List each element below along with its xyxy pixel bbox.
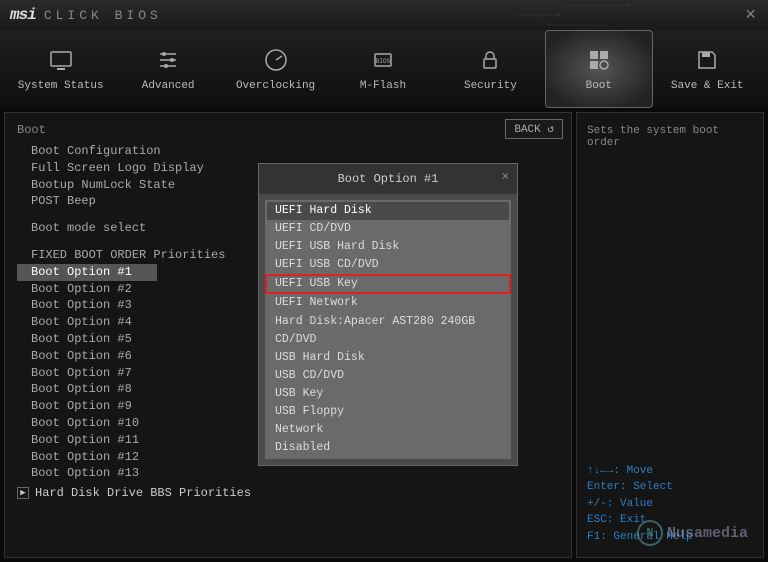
arrow-right-icon: ▶ (17, 487, 29, 499)
nav-bar: System Status Advanced Overclocking BIOS… (0, 30, 768, 108)
help-line: ↑↓←→: Move (587, 463, 753, 480)
help-line: +/-: Value (587, 496, 753, 513)
config-item[interactable]: Boot Configuration (31, 143, 559, 160)
option-usb-floppy[interactable]: USB Floppy (267, 403, 509, 421)
option-uefi-cddvd[interactable]: UEFI CD/DVD (267, 220, 509, 238)
circuit-decoration (508, 0, 708, 30)
nav-label: Advanced (142, 80, 195, 92)
nav-label: Overclocking (236, 80, 315, 92)
nav-label: Security (464, 80, 517, 92)
nav-label: Boot (586, 80, 612, 92)
nav-overclocking[interactable]: Overclocking (223, 30, 328, 108)
dialog-close-icon[interactable]: × (502, 170, 509, 184)
option-usb-cddvd[interactable]: USB CD/DVD (267, 367, 509, 385)
save-icon (693, 46, 721, 74)
boot-option-13[interactable]: Boot Option #13 (31, 465, 559, 482)
option-uefi-network[interactable]: UEFI Network (267, 294, 509, 312)
svg-text:BIOS: BIOS (376, 58, 391, 65)
boot-option-dialog: Boot Option #1 × UEFI Hard Disk UEFI CD/… (258, 163, 518, 466)
sliders-icon (154, 46, 182, 74)
option-uefi-usb-cddvd[interactable]: UEFI USB CD/DVD (267, 256, 509, 274)
help-sidebar: Sets the system boot order ↑↓←→: Move En… (576, 112, 764, 558)
watermark: N Nusamedia (637, 520, 748, 546)
dialog-title: Boot Option #1 (338, 172, 439, 186)
close-icon[interactable]: × (745, 6, 756, 26)
monitor-icon (47, 46, 75, 74)
nav-security[interactable]: Security (438, 30, 543, 108)
option-disabled[interactable]: Disabled (267, 439, 509, 457)
logo: msi CLICK BIOS (10, 6, 162, 24)
option-uefi-usb-hard-disk[interactable]: UEFI USB Hard Disk (267, 238, 509, 256)
nav-save-exit[interactable]: Save & Exit (655, 30, 760, 108)
nav-label: Save & Exit (671, 80, 744, 92)
option-usb-key[interactable]: USB Key (267, 385, 509, 403)
brand-logo: msi (10, 6, 36, 24)
nav-advanced[interactable]: Advanced (115, 30, 220, 108)
nav-label: System Status (18, 80, 104, 92)
bios-title: CLICK BIOS (44, 8, 162, 23)
lock-icon (476, 46, 504, 74)
option-hard-disk[interactable]: Hard Disk:Apacer AST280 240GB (267, 313, 509, 331)
option-uefi-hard-disk[interactable]: UEFI Hard Disk (267, 202, 509, 220)
gauge-icon (262, 46, 290, 74)
watermark-text: Nusamedia (667, 525, 748, 542)
option-network[interactable]: Network (267, 421, 509, 439)
help-line: Enter: Select (587, 479, 753, 496)
bbs-label: Hard Disk Drive BBS Priorities (35, 486, 251, 500)
option-usb-hard-disk[interactable]: USB Hard Disk (267, 349, 509, 367)
title-bar: msi CLICK BIOS × (0, 0, 768, 30)
option-uefi-usb-key[interactable]: UEFI USB Key (265, 274, 511, 294)
bbs-priorities[interactable]: ▶ Hard Disk Drive BBS Priorities (17, 486, 559, 500)
grid-icon (585, 46, 613, 74)
nav-boot[interactable]: Boot (545, 30, 652, 108)
page-title: Boot (17, 123, 559, 137)
watermark-symbol: N (637, 520, 663, 546)
dialog-header: Boot Option #1 × (259, 164, 517, 194)
nav-system-status[interactable]: System Status (8, 30, 113, 108)
boot-option-1[interactable]: Boot Option #1 (17, 264, 157, 281)
nav-label: M-Flash (360, 80, 406, 92)
sidebar-description: Sets the system boot order (587, 125, 753, 149)
chip-icon: BIOS (369, 46, 397, 74)
option-cddvd[interactable]: CD/DVD (267, 331, 509, 349)
back-button[interactable]: BACK ↺ (505, 119, 563, 139)
nav-mflash[interactable]: BIOS M-Flash (330, 30, 435, 108)
dialog-options-list: UEFI Hard Disk UEFI CD/DVD UEFI USB Hard… (265, 200, 511, 459)
